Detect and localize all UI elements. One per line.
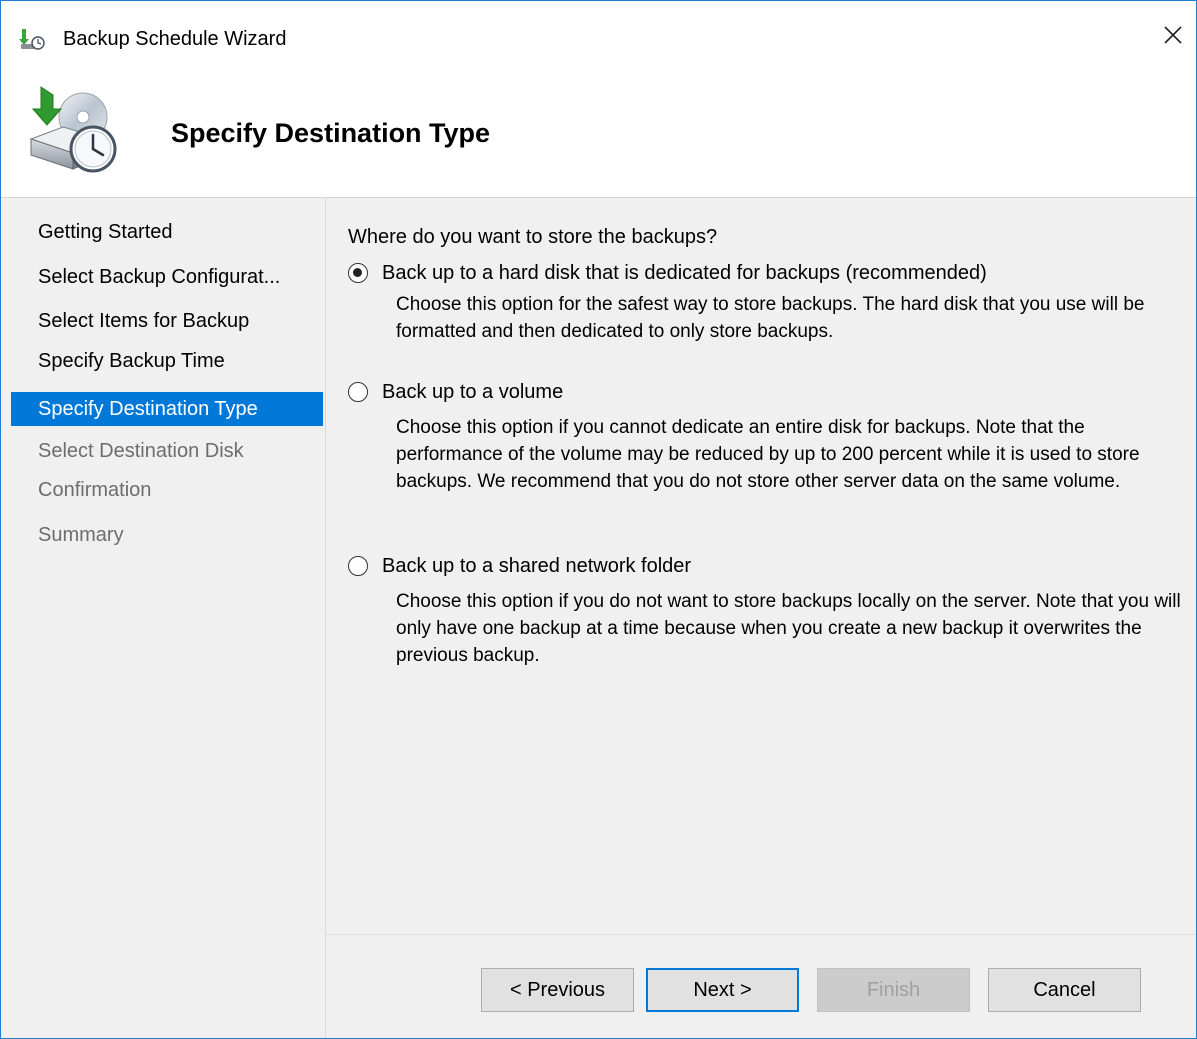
option-volume[interactable]: Back up to a volume Choose this option i… (348, 380, 1188, 530)
cancel-button[interactable]: Cancel (988, 968, 1141, 1012)
backup-disk-clock-icon (25, 83, 121, 177)
title-bar: Backup Schedule Wizard (1, 1, 1196, 71)
radio-selected-dot (353, 268, 362, 277)
finish-button: Finish (817, 968, 970, 1012)
backup-wizard-icon (19, 27, 45, 51)
option-description: Choose this option for the safest way to… (396, 294, 1145, 342)
step-select-destination-disk: Select Destination Disk (38, 440, 244, 462)
close-button[interactable] (1150, 15, 1196, 59)
option-label: Back up to a hard disk that is dedicated… (382, 262, 987, 284)
option-dedicated-hard-disk[interactable]: Back up to a hard disk that is dedicated… (348, 261, 1188, 361)
close-icon (1162, 24, 1184, 51)
step-specify-backup-time[interactable]: Specify Backup Time (11, 344, 323, 378)
option-shared-network-folder[interactable]: Back up to a shared network folder Choos… (348, 554, 1188, 684)
next-button[interactable]: Next > (646, 968, 799, 1012)
destination-question: Where do you want to store the backups? (348, 226, 718, 248)
option-description: Choose this option if you cannot dedicat… (396, 417, 1140, 492)
option-description: Choose this option if you do not want to… (396, 591, 1181, 666)
page-title: Specify Destination Type (171, 118, 491, 148)
window-title: Backup Schedule Wizard (63, 28, 287, 50)
step-select-items-for-backup[interactable]: Select Items for Backup (11, 304, 323, 338)
wizard-window: Backup Schedule Wizard Specify Destinati… (0, 0, 1197, 1039)
radio-dedicated-hard-disk[interactable] (348, 263, 368, 283)
step-confirmation: Confirmation (38, 479, 152, 501)
option-label: Back up to a shared network folder (382, 555, 692, 577)
radio-shared-network-folder[interactable] (348, 556, 368, 576)
step-getting-started[interactable]: Getting Started (11, 215, 323, 249)
step-specify-destination-type[interactable]: Specify Destination Type (11, 392, 323, 426)
radio-volume[interactable] (348, 382, 368, 402)
option-label: Back up to a volume (382, 381, 564, 403)
previous-button[interactable]: < Previous (481, 968, 634, 1012)
wizard-header: Specify Destination Type (1, 71, 1196, 198)
footer-divider (326, 934, 1196, 935)
wizard-steps-sidebar: Getting Started Select Backup Configurat… (1, 198, 326, 1038)
step-select-backup-configuration[interactable]: Select Backup Configurat... (11, 260, 323, 294)
step-summary: Summary (38, 524, 124, 546)
wizard-content: Where do you want to store the backups? … (326, 198, 1196, 1038)
